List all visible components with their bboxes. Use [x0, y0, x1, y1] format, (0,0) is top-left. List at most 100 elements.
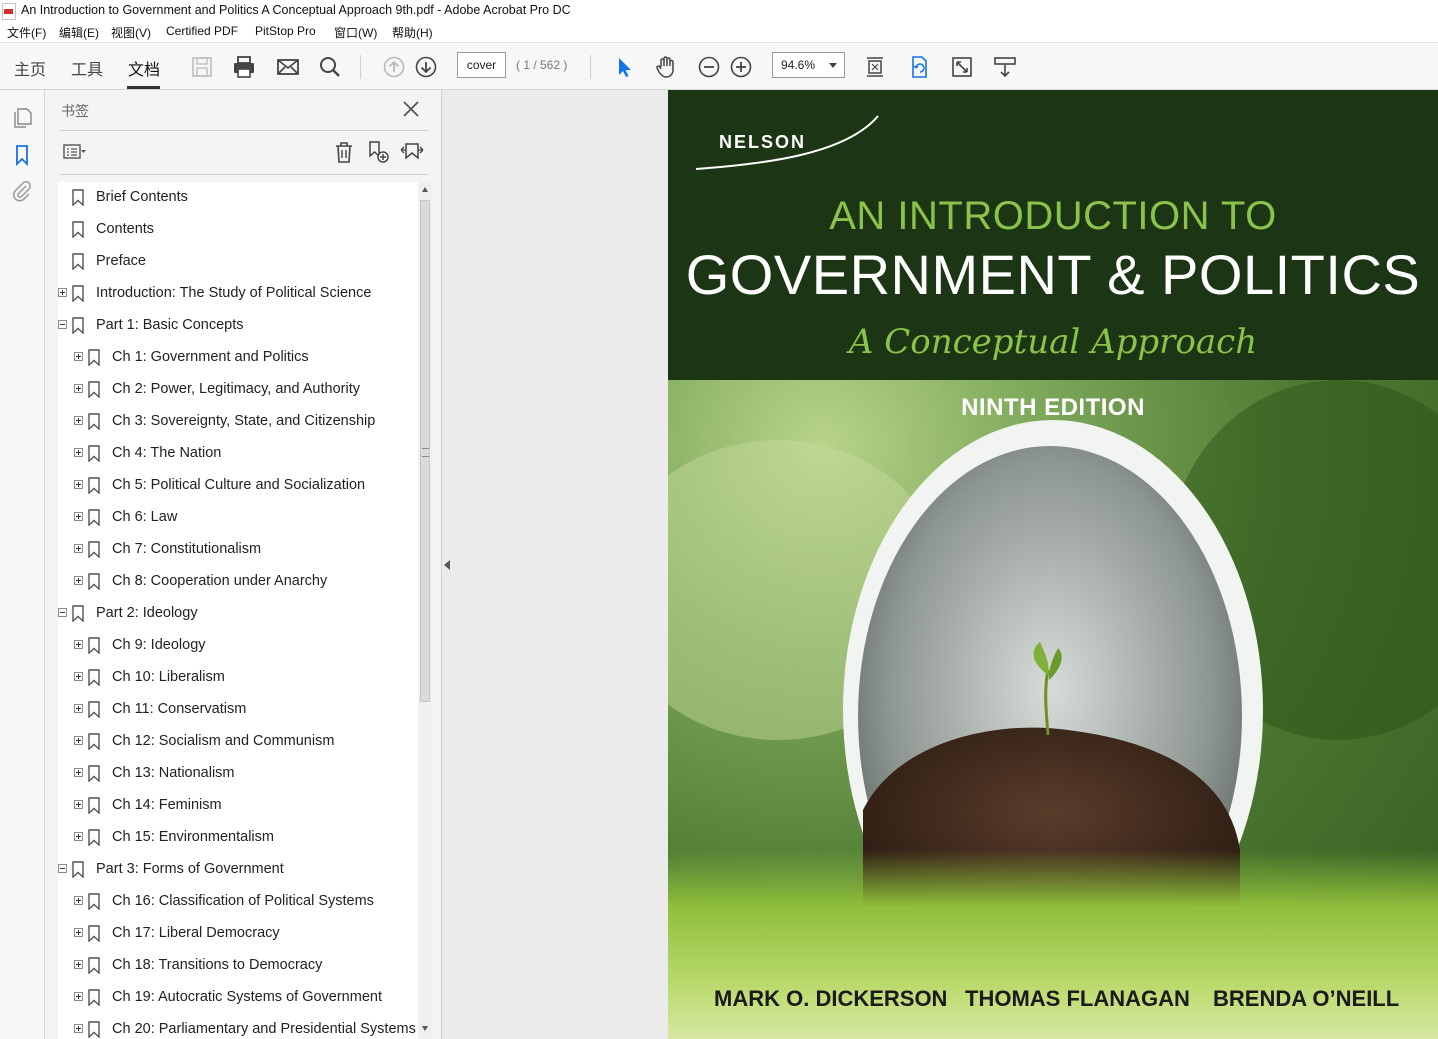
bookmark-flag-icon: [88, 573, 100, 590]
expand-bookmark-icon[interactable]: [400, 140, 424, 164]
author-name: MARK O. DICKERSON: [714, 986, 948, 1011]
expand-toggle-icon[interactable]: [74, 512, 83, 521]
bookmark-item[interactable]: Part 2: Ideology: [58, 598, 418, 630]
page-number-input[interactable]: cover: [457, 52, 506, 78]
bookmark-item[interactable]: Ch 20: Parliamentary and Presidential Sy…: [58, 1014, 418, 1039]
expand-toggle-icon[interactable]: [74, 704, 83, 713]
bookmark-item[interactable]: Ch 17: Liberal Democracy: [58, 918, 418, 950]
bookmark-item[interactable]: Brief Contents: [58, 182, 418, 214]
tab-home[interactable]: 主页: [14, 56, 46, 80]
bookmark-item[interactable]: Ch 7: Constitutionalism: [58, 534, 418, 566]
fullscreen-icon[interactable]: [950, 55, 974, 79]
email-icon[interactable]: [276, 55, 300, 79]
expand-toggle-icon[interactable]: [58, 288, 67, 297]
bookmark-item[interactable]: Ch 12: Socialism and Communism: [58, 726, 418, 758]
page-thumbnails-icon[interactable]: [10, 106, 34, 130]
bookmark-item[interactable]: Ch 18: Transitions to Democracy: [58, 950, 418, 982]
divider: [60, 130, 428, 131]
delete-bookmark-icon[interactable]: [332, 140, 356, 164]
bookmark-item[interactable]: Ch 15: Environmentalism: [58, 822, 418, 854]
bookmark-item[interactable]: Ch 5: Political Culture and Socializatio…: [58, 470, 418, 502]
expand-toggle-icon[interactable]: [74, 1024, 83, 1033]
author-name: THOMAS FLANAGAN: [965, 986, 1190, 1011]
menu-certified-pdf[interactable]: Certified PDF: [166, 24, 238, 38]
bookmark-label: Ch 18: Transitions to Democracy: [112, 957, 323, 973]
hand-icon[interactable]: [654, 55, 678, 79]
expand-toggle-icon[interactable]: [74, 416, 83, 425]
expand-toggle-icon[interactable]: [74, 384, 83, 393]
bookmark-item[interactable]: Ch 13: Nationalism: [58, 758, 418, 790]
rotate-icon[interactable]: [907, 55, 931, 79]
menu-window[interactable]: 窗口(W): [334, 24, 377, 41]
bookmark-item[interactable]: Ch 9: Ideology: [58, 630, 418, 662]
read-mode-icon[interactable]: [993, 55, 1017, 79]
expand-toggle-icon[interactable]: [74, 736, 83, 745]
bookmark-options-icon[interactable]: [62, 140, 86, 164]
toolbar-separator: [590, 55, 591, 79]
tab-tools[interactable]: 工具: [71, 56, 103, 80]
fit-page-icon[interactable]: [863, 55, 887, 79]
expand-toggle-icon[interactable]: [74, 352, 83, 361]
bookmark-item[interactable]: Ch 10: Liberalism: [58, 662, 418, 694]
bookmark-item[interactable]: Ch 11: Conservatism: [58, 694, 418, 726]
attachment-icon[interactable]: [10, 179, 34, 203]
menu-file[interactable]: 文件(F): [7, 24, 46, 41]
menu-view[interactable]: 视图(V): [111, 24, 151, 41]
expand-toggle-icon[interactable]: [74, 768, 83, 777]
expand-toggle-icon[interactable]: [74, 672, 83, 681]
bookmark-item[interactable]: Ch 6: Law: [58, 502, 418, 534]
expand-toggle-icon[interactable]: [74, 832, 83, 841]
expand-toggle-icon[interactable]: [74, 928, 83, 937]
expand-toggle-icon[interactable]: [74, 896, 83, 905]
zoom-in-icon[interactable]: [729, 55, 753, 79]
menu-help[interactable]: 帮助(H): [392, 24, 433, 41]
search-icon[interactable]: [318, 55, 342, 79]
bookmark-label: Ch 20: Parliamentary and Presidential Sy…: [112, 1021, 416, 1037]
expand-toggle-icon[interactable]: [74, 992, 83, 1001]
bookmark-item[interactable]: Contents: [58, 214, 418, 246]
bookmark-item[interactable]: Ch 19: Autocratic Systems of Government: [58, 982, 418, 1014]
save-icon[interactable]: [190, 55, 214, 79]
tab-document[interactable]: 文档: [128, 56, 160, 80]
close-icon[interactable]: [402, 100, 420, 118]
expand-toggle-icon[interactable]: [74, 576, 83, 585]
bookmark-item[interactable]: Ch 1: Government and Politics: [58, 342, 418, 374]
zoom-out-icon[interactable]: [697, 55, 721, 79]
scroll-up-icon[interactable]: [422, 187, 428, 192]
bookmark-item[interactable]: Part 3: Forms of Government: [58, 854, 418, 886]
scroll-down-icon[interactable]: [422, 1026, 428, 1031]
bookmark-item[interactable]: Ch 4: The Nation: [58, 438, 418, 470]
new-bookmark-icon[interactable]: [366, 140, 390, 164]
bookmark-item[interactable]: Introduction: The Study of Political Sci…: [58, 278, 418, 310]
menu-edit[interactable]: 编辑(E): [59, 24, 99, 41]
bookmark-item[interactable]: Ch 8: Cooperation under Anarchy: [58, 566, 418, 598]
bookmark-item[interactable]: Ch 16: Classification of Political Syste…: [58, 886, 418, 918]
page-up-icon[interactable]: [382, 55, 406, 79]
bookmark-label: Brief Contents: [96, 189, 188, 205]
expand-toggle-icon[interactable]: [74, 640, 83, 649]
bookmark-item[interactable]: Ch 2: Power, Legitimacy, and Authority: [58, 374, 418, 406]
print-icon[interactable]: [232, 55, 256, 79]
expand-toggle-icon[interactable]: [74, 448, 83, 457]
bookmark-panel-icon[interactable]: [10, 143, 34, 167]
expand-toggle-icon[interactable]: [74, 800, 83, 809]
expand-toggle-icon[interactable]: [74, 480, 83, 489]
expand-toggle-icon[interactable]: [74, 960, 83, 969]
bookmark-item[interactable]: Ch 3: Sovereignty, State, and Citizenshi…: [58, 406, 418, 438]
expand-toggle-icon[interactable]: [74, 544, 83, 553]
collapse-toggle-icon[interactable]: [58, 320, 67, 329]
collapse-toggle-icon[interactable]: [58, 864, 67, 873]
bookmark-item[interactable]: Preface: [58, 246, 418, 278]
select-arrow-icon[interactable]: [612, 55, 636, 79]
left-navigation-pane: [0, 90, 45, 1039]
collapse-panel-icon[interactable]: [444, 560, 450, 570]
bookmark-item[interactable]: Ch 14: Feminism: [58, 790, 418, 822]
bookmark-item[interactable]: Part 1: Basic Concepts: [58, 310, 418, 342]
bookmark-label: Ch 7: Constitutionalism: [112, 541, 262, 557]
bookmark-label: Part 1: Basic Concepts: [96, 317, 244, 333]
page-down-icon[interactable]: [414, 55, 438, 79]
collapse-toggle-icon[interactable]: [58, 608, 67, 617]
bookmark-label: Ch 9: Ideology: [112, 637, 206, 653]
zoom-select[interactable]: 94.6%: [772, 52, 845, 78]
menu-pitstop-pro[interactable]: PitStop Pro: [255, 24, 316, 38]
